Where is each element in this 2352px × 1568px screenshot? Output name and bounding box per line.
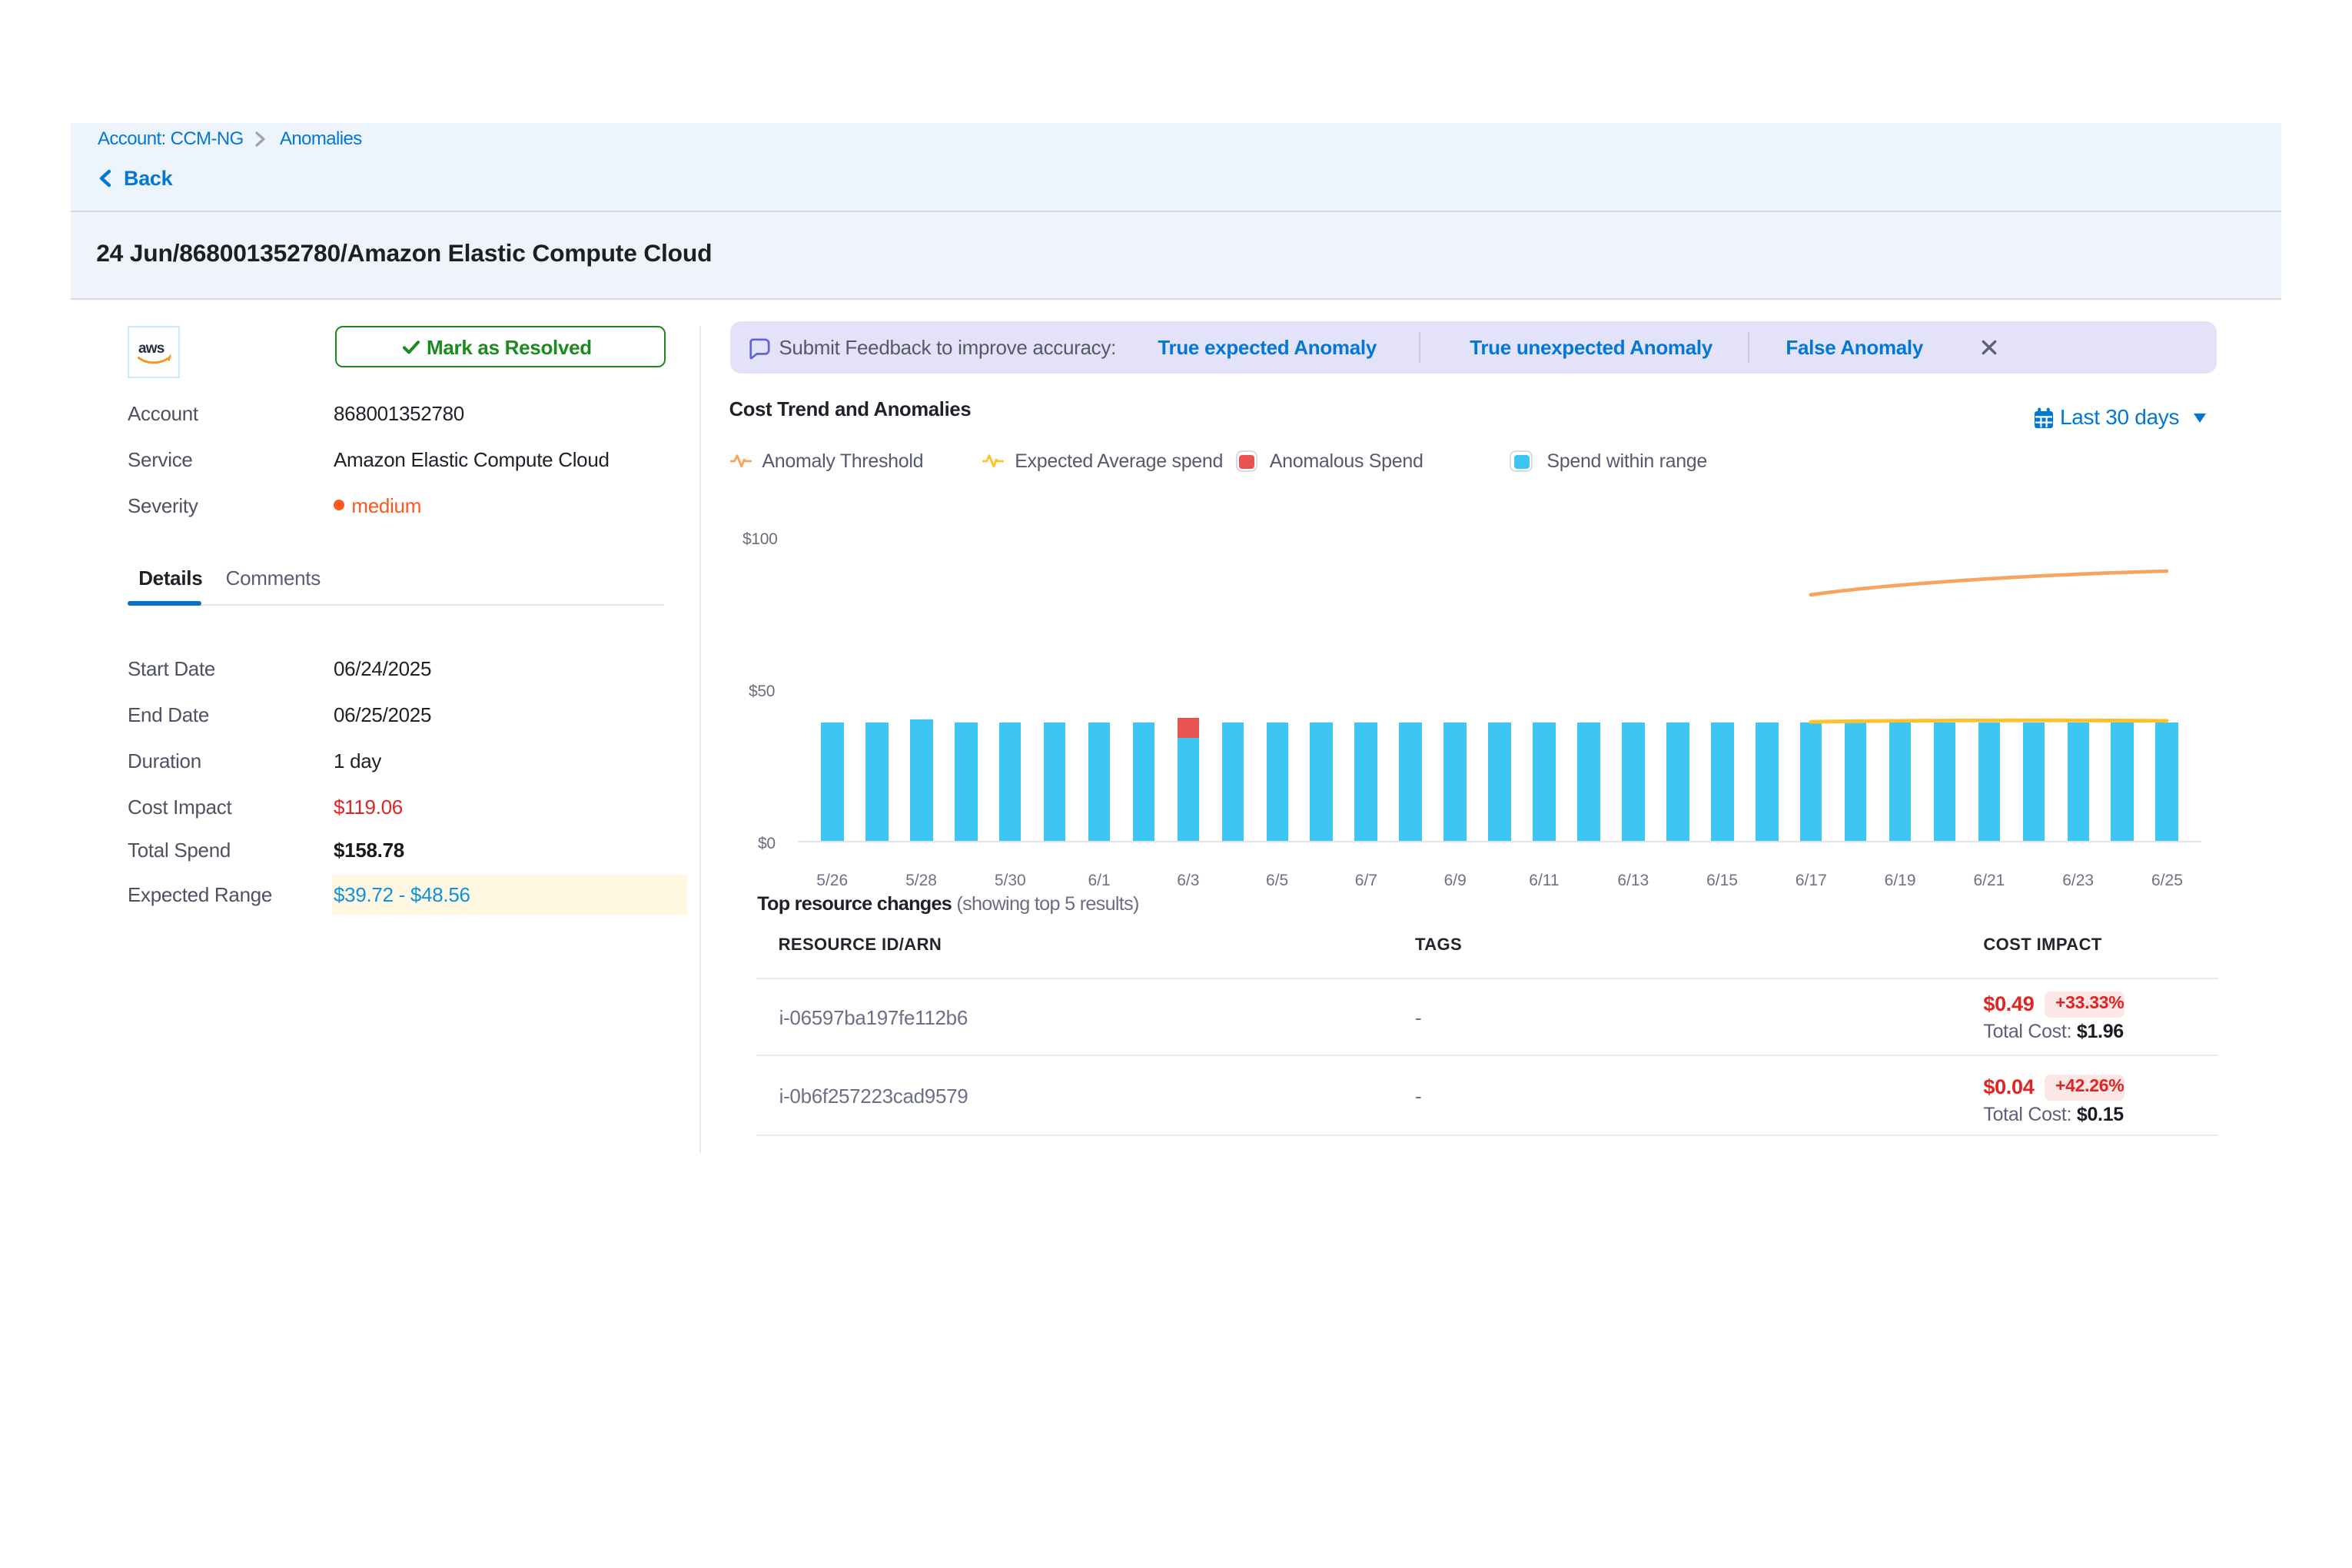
svg-text:aws: aws (138, 341, 164, 357)
